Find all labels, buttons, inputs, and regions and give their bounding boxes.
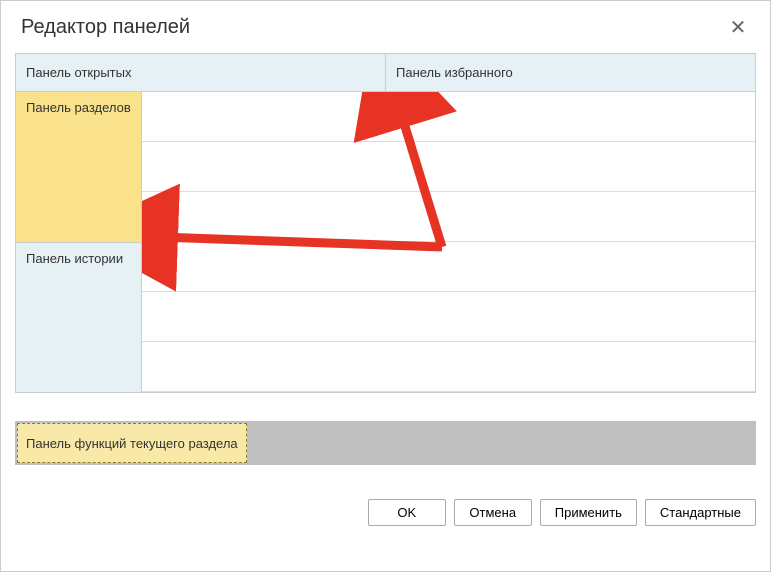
panel-func-label: Панель функций текущего раздела xyxy=(26,436,238,451)
layout-grid: Панель открытых Панель избранного Панель… xyxy=(15,53,756,393)
middle-row: Панель разделов Панель истории xyxy=(16,92,755,392)
cancel-button[interactable]: Отмена xyxy=(454,499,532,526)
panel-current-section-functions[interactable]: Панель функций текущего раздела xyxy=(17,423,247,463)
button-row: OK Отмена Применить Стандартные xyxy=(1,485,770,540)
panel-history-label: Панель истории xyxy=(26,251,123,266)
panel-open[interactable]: Панель открытых xyxy=(16,54,386,91)
defaults-button[interactable]: Стандартные xyxy=(645,499,756,526)
panel-favorites-label: Панель избранного xyxy=(396,65,513,80)
top-row: Панель открытых Панель избранного xyxy=(16,54,755,92)
unused-panels-tray[interactable]: Панель функций текущего раздела xyxy=(15,421,756,465)
apply-button[interactable]: Применить xyxy=(540,499,637,526)
sidebar: Панель разделов Панель истории xyxy=(16,92,142,392)
panel-sections-label: Панель разделов xyxy=(26,100,131,115)
panel-favorites[interactable]: Панель избранного xyxy=(386,54,755,91)
titlebar: Редактор панелей ✕ xyxy=(1,1,770,49)
panel-editor-dialog: Редактор панелей ✕ Панель открытых Панел… xyxy=(1,1,770,571)
dialog-title: Редактор панелей xyxy=(21,16,190,39)
panel-sections[interactable]: Панель разделов xyxy=(16,92,141,243)
panel-open-label: Панель открытых xyxy=(26,65,131,80)
panel-history[interactable]: Панель истории xyxy=(16,243,141,393)
close-icon[interactable]: ✕ xyxy=(726,15,750,39)
annotation-arrows xyxy=(142,92,758,392)
drop-target-main[interactable] xyxy=(142,92,755,392)
ok-button[interactable]: OK xyxy=(368,499,446,526)
